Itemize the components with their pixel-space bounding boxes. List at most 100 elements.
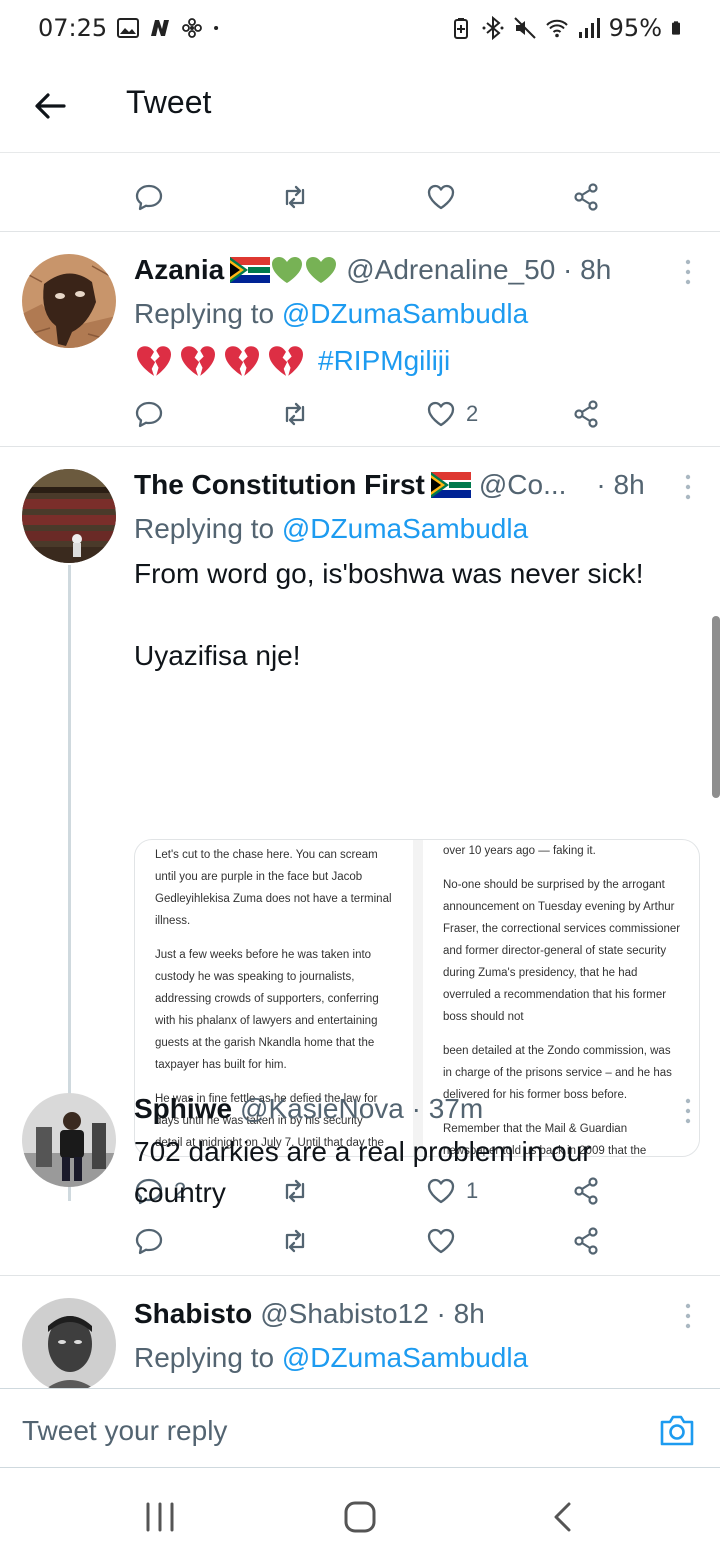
display-name[interactable]: Sphiwe xyxy=(134,1093,232,1125)
mention-link[interactable]: @DZumaSambudla xyxy=(282,298,528,329)
tweet-actions xyxy=(134,179,614,215)
reply-button[interactable] xyxy=(134,1223,164,1259)
back-icon[interactable] xyxy=(544,1500,584,1534)
heart-icon xyxy=(427,1228,455,1254)
article-paragraph: No-one should be surprised by the arroga… xyxy=(443,879,681,1023)
tweet-text-line: Uyazifisa nje! xyxy=(134,640,301,671)
arrow-left-icon[interactable] xyxy=(32,88,68,124)
share-button[interactable] xyxy=(572,179,602,215)
hashtag-link[interactable]: #RIPMgiliji xyxy=(318,340,450,381)
mention-link[interactable]: @DZumaSambudla xyxy=(282,1342,528,1373)
replying-prefix: Replying to xyxy=(134,298,275,329)
retweet-button[interactable] xyxy=(280,396,310,432)
retweet-icon xyxy=(285,402,305,426)
wifi-icon xyxy=(545,19,568,38)
tweet-feed[interactable]: Azania @Adrenaline_50 · 8h Replying to @… xyxy=(0,153,720,1388)
display-name[interactable]: Shabisto xyxy=(134,1298,252,1330)
replying-prefix: Replying to xyxy=(134,513,275,544)
handle: @Co... xyxy=(478,469,567,500)
tweet-actions xyxy=(134,1223,614,1259)
handle-time: @KasieNova · 37m xyxy=(240,1093,484,1124)
heart-icon xyxy=(427,401,455,427)
retweet-icon xyxy=(285,1229,305,1253)
retweet-button[interactable] xyxy=(280,179,310,215)
tweet-actions: 2 xyxy=(134,396,614,432)
more-options-icon[interactable] xyxy=(684,258,692,286)
signal-icon xyxy=(578,18,600,38)
reply-icon xyxy=(135,1228,163,1255)
retweet-button[interactable] xyxy=(280,1223,310,1259)
reply-input[interactable]: Tweet your reply xyxy=(22,1415,227,1447)
tweet-text: #RIPMgiliji xyxy=(134,340,450,381)
home-icon[interactable] xyxy=(340,1500,380,1534)
display-name[interactable]: The Constitution First xyxy=(134,469,425,501)
avatar[interactable] xyxy=(22,1298,116,1388)
broken-heart-icon xyxy=(269,345,303,376)
replying-to: Replying to @DZumaSambudla xyxy=(134,298,528,330)
recents-icon[interactable] xyxy=(140,1500,180,1534)
tweet-time: · 8h xyxy=(596,469,645,500)
retweet-icon xyxy=(285,185,305,209)
like-button[interactable]: 2 xyxy=(426,396,478,432)
tweet-header: Shabisto @Shabisto12 · 8h xyxy=(134,1298,485,1330)
like-count: 2 xyxy=(466,401,479,426)
dot-icon xyxy=(214,25,219,31)
mention-link[interactable]: @DZumaSambudla xyxy=(282,513,528,544)
avatar[interactable] xyxy=(22,254,116,348)
replying-to: Replying to @DZumaSambudla xyxy=(134,1342,528,1374)
reply-button[interactable] xyxy=(134,396,164,432)
reply-composer[interactable]: Tweet your reply xyxy=(0,1388,720,1468)
scrollbar-thumb[interactable] xyxy=(712,616,720,798)
more-options-icon[interactable] xyxy=(684,1302,692,1330)
article-paragraph: Let's cut to the chase here. You can scr… xyxy=(155,849,392,927)
like-button[interactable] xyxy=(426,179,456,215)
south-africa-flag-icon xyxy=(230,257,271,283)
avatar-image xyxy=(22,469,116,563)
more-options-icon[interactable] xyxy=(684,1097,692,1125)
image-icon xyxy=(117,18,139,38)
reply-icon xyxy=(135,401,163,428)
tweet-shabisto[interactable]: Shabisto @Shabisto12 · 8h Replying to @D… xyxy=(0,1276,720,1388)
more-options-icon[interactable] xyxy=(684,473,692,501)
tweet-text-line: country xyxy=(134,1177,226,1208)
tweet-header: Sphiwe @KasieNova · 37m xyxy=(134,1093,483,1125)
top-app-bar: Tweet xyxy=(0,58,720,154)
handle-time: @Shabisto12 · 8h xyxy=(260,1298,485,1329)
broken-heart-icon xyxy=(225,345,259,376)
avatar-image xyxy=(22,1298,116,1388)
status-time: 07:25 xyxy=(38,14,108,42)
display-name[interactable]: Azania xyxy=(134,254,224,286)
avatar[interactable] xyxy=(22,1093,116,1187)
share-button[interactable] xyxy=(572,396,602,432)
article-paragraph: over 10 years ago — faking it. xyxy=(443,845,596,857)
share-icon xyxy=(574,1227,598,1255)
tweet-constitution-first[interactable]: The Constitution First @Co... · 8h Reply… xyxy=(0,447,720,1205)
tweet-sphiwe[interactable]: Sphiwe @KasieNova · 37m 702 darkies are … xyxy=(0,1075,720,1275)
heart-icon xyxy=(427,184,455,210)
share-icon xyxy=(574,183,598,211)
reply-icon xyxy=(135,184,163,211)
system-nav-bar xyxy=(0,1470,720,1560)
avatar[interactable] xyxy=(22,469,116,563)
mute-icon xyxy=(513,17,536,39)
status-left-icons xyxy=(116,16,226,40)
reply-button[interactable] xyxy=(134,179,164,215)
tweet-header: Azania @Adrenaline_50 · 8h xyxy=(134,254,611,286)
share-button[interactable] xyxy=(572,1223,602,1259)
handle-time: @Adrenaline_50 · 8h xyxy=(346,254,612,285)
green-heart-icon xyxy=(306,257,337,283)
article-paragraph: Just a few weeks before he was taken int… xyxy=(155,949,379,1071)
broken-heart-icon xyxy=(181,345,215,376)
n-icon xyxy=(151,20,169,36)
status-bar: 07:25 95% xyxy=(0,0,720,58)
broken-heart-icon xyxy=(137,345,171,376)
tweet-azania[interactable]: Azania @Adrenaline_50 · 8h Replying to @… xyxy=(0,232,720,446)
replying-to: Replying to @DZumaSambudla xyxy=(134,513,528,545)
camera-icon[interactable] xyxy=(658,1413,696,1447)
status-right-icons: 95% xyxy=(449,14,686,42)
page-title: Tweet xyxy=(126,84,212,120)
green-heart-icon xyxy=(272,257,303,283)
like-button[interactable] xyxy=(426,1223,456,1259)
battery-saver-icon xyxy=(453,18,468,39)
avatar-image xyxy=(22,254,116,348)
